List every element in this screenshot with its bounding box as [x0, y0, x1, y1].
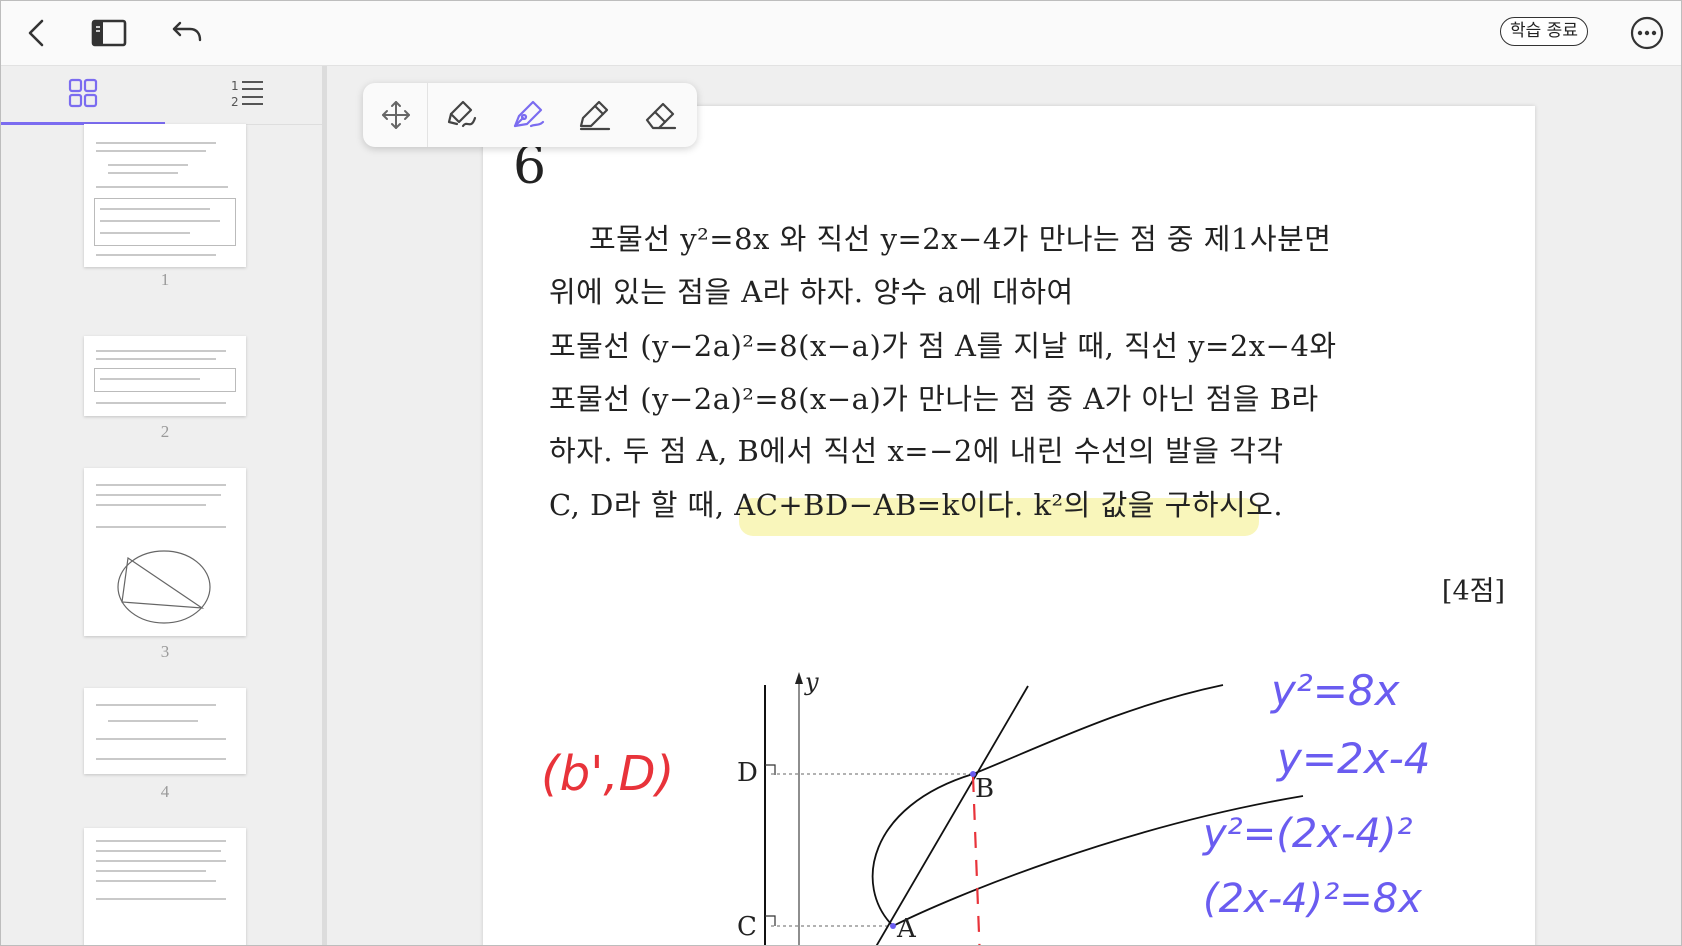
- purple-handwritten-note-3: y²=(2x-4)²: [1203, 811, 1413, 857]
- purple-handwritten-note-1: y²=8x: [1271, 666, 1400, 715]
- page-thumbnail-2[interactable]: [84, 336, 246, 416]
- back-icon[interactable]: [17, 15, 57, 51]
- purple-handwritten-note-4: (2x-4)²=8x: [1203, 876, 1422, 922]
- point-label-b: B: [975, 774, 995, 804]
- pen-icon[interactable]: [503, 91, 553, 139]
- document-area[interactable]: 6 포물선 y²=8x 와 직선 y=2x−4가 만나는 점 중 제1사분면 위…: [327, 66, 1681, 945]
- page-thumbnail-4[interactable]: [84, 688, 246, 774]
- move-icon[interactable]: [371, 91, 421, 139]
- svg-text:2: 2: [231, 95, 239, 109]
- page-number-3: 3: [160, 642, 170, 661]
- page-thumbnail-5[interactable]: [84, 828, 246, 945]
- app-window: 학습 종료 12 1 2 3 4 6 포물선 y²=8x 와 직선 y=2x−4…: [0, 0, 1682, 946]
- numbered-list-icon: 12: [229, 77, 265, 113]
- point-label-c: C: [737, 912, 757, 942]
- undo-icon[interactable]: [167, 15, 207, 51]
- red-handwritten-note: (b',D): [541, 746, 675, 802]
- sidebar-tabs: 12: [1, 66, 322, 125]
- point-label-a: A: [897, 914, 916, 944]
- axis-label-y: y: [805, 668, 819, 696]
- page-number-4: 4: [160, 782, 170, 801]
- lasso-icon[interactable]: [437, 91, 487, 139]
- page-thumbnail-1[interactable]: [84, 124, 246, 267]
- page-number-2: 2: [160, 422, 170, 441]
- eraser-icon[interactable]: [635, 91, 685, 139]
- highlighter-icon[interactable]: [569, 91, 619, 139]
- sidebar-toggle-icon[interactable]: [89, 15, 129, 51]
- grid-view-icon: [67, 77, 99, 113]
- drawing-toolbar: [363, 83, 697, 147]
- tab-grid-view[interactable]: [1, 66, 165, 125]
- page-number-1: 1: [160, 270, 170, 289]
- point-label-d: D: [737, 758, 758, 788]
- svg-text:1: 1: [231, 79, 239, 93]
- page-thumbnail-3[interactable]: [84, 468, 246, 636]
- more-icon[interactable]: [1629, 15, 1665, 51]
- top-bar: 학습 종료: [1, 1, 1681, 66]
- purple-handwritten-note-2: y=2x-4: [1277, 734, 1431, 783]
- end-study-button[interactable]: 학습 종료: [1500, 17, 1588, 46]
- page-sidebar: 12 1 2 3 4: [1, 66, 327, 945]
- tab-list-view[interactable]: 12: [165, 66, 329, 124]
